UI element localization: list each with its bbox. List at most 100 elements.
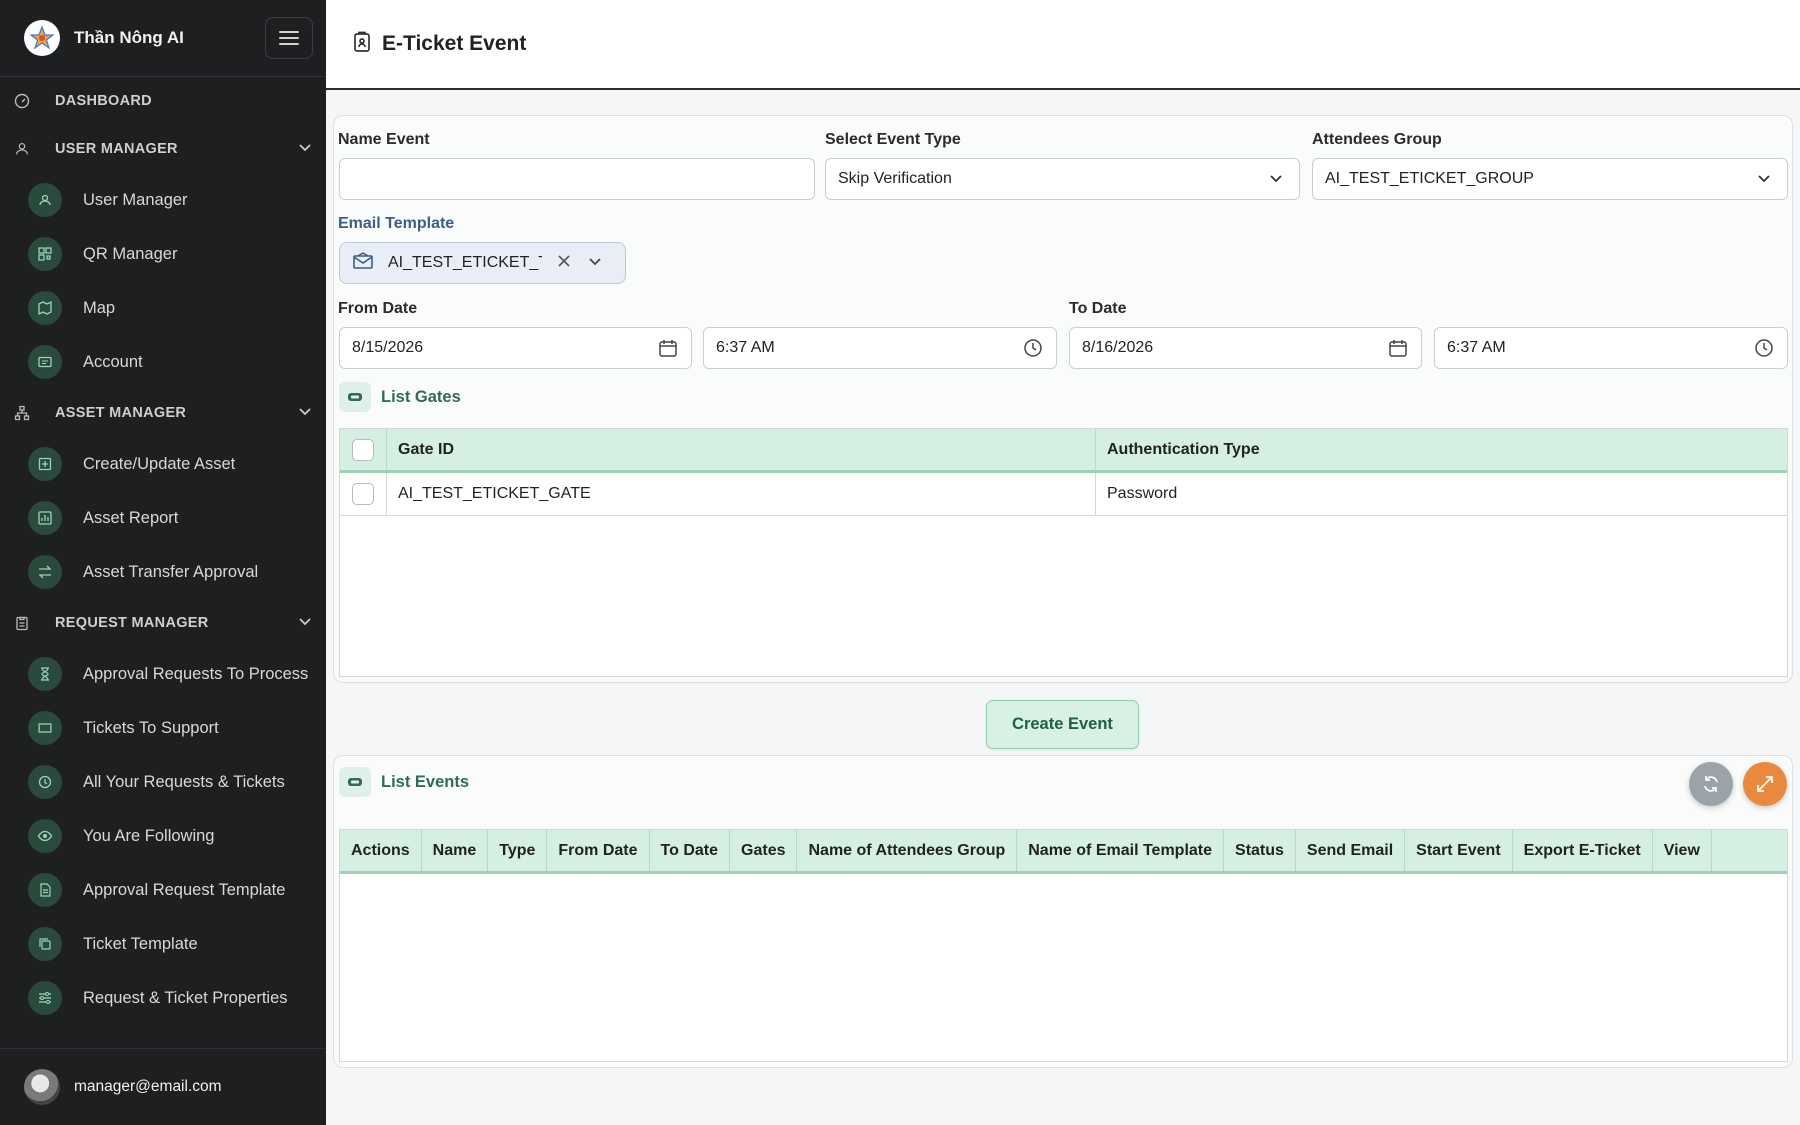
map-icon xyxy=(28,291,62,325)
column-email-template[interactable]: Name of Email Template xyxy=(1017,830,1225,871)
from-date-input[interactable]: 8/15/2026 xyxy=(339,327,692,369)
sidebar-item-account[interactable]: Account xyxy=(0,335,326,389)
column-gate-id[interactable]: Gate ID xyxy=(387,429,1096,470)
chevron-down-icon xyxy=(298,141,312,157)
ticket-icon xyxy=(339,767,371,797)
sidebar-section-user-manager[interactable]: USER MANAGER xyxy=(0,125,326,173)
users-icon xyxy=(14,141,30,157)
brand-name: Thần Nông AI xyxy=(74,28,184,47)
column-authentication-type[interactable]: Authentication Type xyxy=(1096,429,1787,470)
sidebar-item-map[interactable]: Map xyxy=(0,281,326,335)
sidebar-item-asset-report[interactable]: Asset Report xyxy=(0,491,326,545)
sidebar-item-ticket-template[interactable]: Ticket Template xyxy=(0,917,326,971)
email-template-select[interactable]: AI_TEST_ETICKET_TI xyxy=(339,242,626,284)
user-profile-bar[interactable]: manager@email.com xyxy=(0,1048,326,1125)
column-status[interactable]: Status xyxy=(1224,830,1296,871)
chevron-down-icon xyxy=(1753,168,1775,190)
sidebar-section-request-manager[interactable]: REQUEST MANAGER xyxy=(0,599,326,647)
ticket-icon xyxy=(339,382,371,412)
to-date-label: To Date xyxy=(1069,300,1127,317)
name-event-label: Name Event xyxy=(338,131,430,148)
brand-bar: Thần Nông AI xyxy=(0,0,326,77)
from-time-input[interactable]: 6:37 AM xyxy=(703,327,1057,369)
calendar-icon[interactable] xyxy=(1387,337,1409,359)
email-template-label: Email Template xyxy=(338,215,455,232)
select-all-checkbox-cell xyxy=(340,429,387,470)
calendar-icon[interactable] xyxy=(657,337,679,359)
hourglass-icon xyxy=(28,657,62,691)
plus-square-icon xyxy=(28,447,62,481)
sidebar-item-you-are-following[interactable]: You Are Following xyxy=(0,809,326,863)
sidebar-item-approval-requests[interactable]: Approval Requests To Process xyxy=(0,647,326,701)
from-date-label: From Date xyxy=(338,300,418,317)
brand-logo-icon xyxy=(24,20,60,56)
column-attendees-group[interactable]: Name of Attendees Group xyxy=(797,830,1018,871)
avatar xyxy=(24,1069,60,1105)
file-text-icon xyxy=(28,873,62,907)
clock-icon[interactable] xyxy=(1022,337,1044,359)
column-view[interactable]: View xyxy=(1653,830,1712,871)
refresh-icon[interactable] xyxy=(1689,762,1733,806)
column-gates[interactable]: Gates xyxy=(730,830,798,871)
sidebar-item-tickets-to-support[interactable]: Tickets To Support xyxy=(0,701,326,755)
column-export-eticket[interactable]: Export E-Ticket xyxy=(1513,830,1653,871)
event-type-label: Select Event Type xyxy=(825,131,961,148)
page-header: E-Ticket Event xyxy=(326,0,1800,90)
menu-toggle-icon[interactable] xyxy=(265,17,313,59)
list-events-title: List Events xyxy=(339,767,469,797)
select-all-checkbox[interactable] xyxy=(352,438,374,461)
sidebar-section-dashboard[interactable]: DASHBOARD xyxy=(0,77,326,125)
ticket-icon xyxy=(28,711,62,745)
qr-code-icon xyxy=(28,237,62,271)
sidebar: Thần Nông AI DASHBOARD USER MANAGER User… xyxy=(0,0,326,1125)
table-row[interactable]: AI_TEST_ETICKET_GATE Password xyxy=(340,473,1787,516)
event-form-card: Name Event Select Event Type Skip Verifi… xyxy=(333,115,1793,683)
attendees-group-select[interactable]: AI_TEST_ETICKET_GROUP xyxy=(1312,158,1788,200)
sidebar-item-all-requests[interactable]: All Your Requests & Tickets xyxy=(0,755,326,809)
sidebar-item-qr-manager[interactable]: QR Manager xyxy=(0,227,326,281)
ticket-badge-icon xyxy=(352,31,372,58)
gauge-icon xyxy=(14,93,30,109)
column-to-date[interactable]: To Date xyxy=(650,830,731,871)
gate-id-cell: AI_TEST_ETICKET_GATE xyxy=(387,473,1096,515)
column-name[interactable]: Name xyxy=(422,830,489,871)
email-template-value: AI_TEST_ETICKET_TI xyxy=(388,254,542,271)
user-email: manager@email.com xyxy=(74,1078,222,1095)
chevron-down-icon[interactable] xyxy=(588,254,602,272)
event-type-select[interactable]: Skip Verification xyxy=(825,158,1300,200)
bar-chart-icon xyxy=(28,501,62,535)
transfer-icon xyxy=(28,555,62,589)
chevron-down-icon xyxy=(298,405,312,421)
sidebar-item-asset-transfer-approval[interactable]: Asset Transfer Approval xyxy=(0,545,326,599)
attendees-group-label: Attendees Group xyxy=(1312,131,1442,148)
name-event-input[interactable] xyxy=(339,158,815,200)
sidebar-nav: DASHBOARD USER MANAGER User Manager QR M… xyxy=(0,77,326,1045)
sidebar-item-approval-request-template[interactable]: Approval Request Template xyxy=(0,863,326,917)
column-send-email[interactable]: Send Email xyxy=(1296,830,1406,871)
row-checkbox[interactable] xyxy=(352,483,374,505)
events-table-header: Actions Name Type From Date To Date Gate… xyxy=(340,830,1787,874)
sidebar-item-user-manager[interactable]: User Manager xyxy=(0,173,326,227)
expand-icon[interactable] xyxy=(1743,762,1787,806)
column-actions[interactable]: Actions xyxy=(340,830,422,871)
envelope-icon xyxy=(352,251,374,275)
list-gates-title: List Gates xyxy=(339,382,461,412)
create-event-button[interactable]: Create Event xyxy=(986,700,1139,749)
history-icon xyxy=(28,765,62,799)
chevron-down-icon xyxy=(298,615,312,631)
sidebar-item-request-ticket-properties[interactable]: Request & Ticket Properties xyxy=(0,971,326,1025)
auth-type-cell: Password xyxy=(1107,485,1178,502)
clock-icon[interactable] xyxy=(1753,337,1775,359)
sidebar-section-asset-manager[interactable]: ASSET MANAGER xyxy=(0,389,326,437)
column-from-date[interactable]: From Date xyxy=(547,830,650,871)
to-time-input[interactable]: 6:37 AM xyxy=(1434,327,1788,369)
sidebar-item-create-update-asset[interactable]: Create/Update Asset xyxy=(0,437,326,491)
to-date-input[interactable]: 8/16/2026 xyxy=(1069,327,1422,369)
column-start-event[interactable]: Start Event xyxy=(1405,830,1513,871)
chevron-down-icon xyxy=(1265,168,1287,190)
events-card: List Events Actions Name Type From Date … xyxy=(333,755,1793,1068)
column-type[interactable]: Type xyxy=(488,830,548,871)
sliders-icon xyxy=(28,981,62,1015)
clipboard-icon xyxy=(14,615,30,631)
clear-icon[interactable] xyxy=(558,254,570,272)
